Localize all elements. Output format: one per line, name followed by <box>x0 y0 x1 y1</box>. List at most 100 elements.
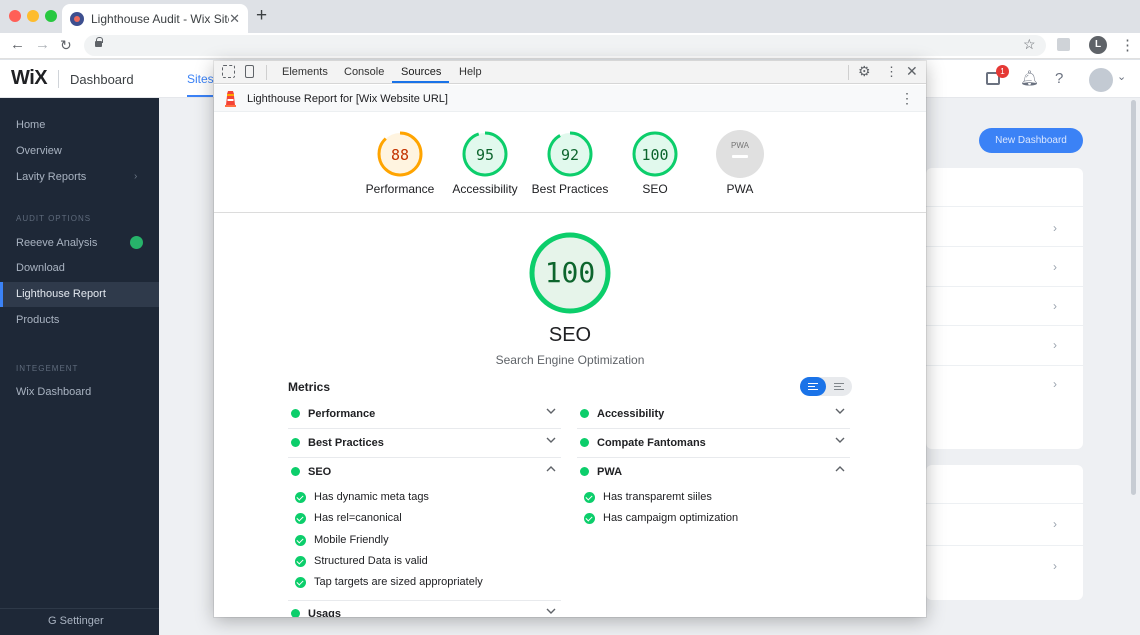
tab-elements[interactable]: Elements <box>282 66 328 78</box>
metric-label: Performance <box>308 408 376 420</box>
window-zoom-button[interactable] <box>45 10 57 22</box>
back-icon[interactable]: ← <box>10 36 25 54</box>
metric-row-performance[interactable]: Performance <box>288 400 561 429</box>
wix-logo[interactable]: WiX <box>11 67 48 90</box>
profile-avatar[interactable]: L <box>1089 36 1107 54</box>
view-toggle[interactable] <box>800 377 852 396</box>
user-avatar[interactable] <box>1089 68 1113 92</box>
chevron-right-icon[interactable]: › <box>1053 559 1057 573</box>
chevron-down-icon[interactable] <box>834 434 846 446</box>
chevron-right-icon[interactable]: › <box>1053 299 1057 313</box>
window-close-button[interactable] <box>9 10 21 22</box>
chevron-down-icon[interactable]: ⌄ <box>1117 70 1126 83</box>
metrics-heading: Metrics <box>288 380 331 394</box>
notification-badge: 1 <box>996 65 1009 78</box>
metric-row-compate-fantomans[interactable]: Compate Fantomans <box>577 429 850 458</box>
address-bar[interactable] <box>84 35 1046 56</box>
sidebar-item-wix-dashboard[interactable]: Wix Dashboard <box>16 386 91 398</box>
sidebar-section-audit: AUDIT OPTIONS <box>16 214 92 223</box>
sidebar-item-lighthouse[interactable]: Lighthouse Report <box>16 288 106 300</box>
new-dashboard-button[interactable]: New Dashboard <box>979 128 1083 153</box>
list-icon <box>808 383 818 390</box>
browser-tab[interactable]: Lighthouse Audit - Wix Site ✕ <box>62 4 248 33</box>
forward-icon[interactable]: → <box>35 36 50 54</box>
chevron-right-icon[interactable]: › <box>1053 377 1057 391</box>
sidebar-item-products[interactable]: Products <box>16 314 59 326</box>
pass-status-icon <box>580 409 589 418</box>
best-practices-score-value: 92 <box>560 146 580 164</box>
device-toolbar-icon[interactable] <box>245 65 254 78</box>
pass-status-icon <box>291 438 300 447</box>
card-divider <box>926 206 1083 207</box>
check-icon <box>295 555 306 567</box>
sidebar-item-download[interactable]: Download <box>16 262 65 274</box>
chevron-down-icon[interactable] <box>545 605 557 617</box>
card-divider <box>926 503 1083 504</box>
sites-tab[interactable]: Sites <box>187 72 214 86</box>
chevron-right-icon[interactable]: › <box>1053 338 1057 352</box>
chevron-right-icon: › <box>134 171 138 182</box>
close-icon[interactable]: ✕ <box>906 63 918 80</box>
header-divider <box>58 70 59 88</box>
window-minimize-button[interactable] <box>27 10 39 22</box>
chevron-down-icon[interactable] <box>545 405 557 417</box>
metric-row-best-practices[interactable]: Best Practices <box>288 429 561 458</box>
card-divider <box>926 545 1083 546</box>
sidebar-settings[interactable]: G Settinger <box>48 615 104 627</box>
page-scrollbar[interactable] <box>1131 100 1136 495</box>
gear-icon[interactable]: ⚙ <box>858 63 871 80</box>
sidebar-status-badge <box>130 236 143 249</box>
tab-console[interactable]: Console <box>344 66 384 78</box>
inspect-element-icon[interactable] <box>222 65 235 78</box>
metric-row-seo[interactable]: SEO <box>288 458 561 487</box>
report-menu-icon[interactable]: ⋮ <box>900 90 914 107</box>
chevron-up-icon[interactable] <box>834 463 846 475</box>
sidebar-item-analysis[interactable]: Reeeve Analysis <box>16 237 97 249</box>
new-tab-button[interactable]: + <box>256 6 267 26</box>
sidebar-item-home[interactable]: Home <box>16 119 45 131</box>
sidebar-footer: G Settinger <box>0 608 159 635</box>
lighthouse-logo-icon <box>225 91 236 107</box>
check-icon <box>584 492 595 503</box>
detail-list-icon[interactable] <box>834 383 844 390</box>
tab-help[interactable]: Help <box>459 66 482 78</box>
chevron-right-icon[interactable]: › <box>1053 517 1057 531</box>
metric-row-accessibility[interactable]: Accessibility <box>577 400 850 429</box>
audit-text: Mobile Friendly <box>314 533 389 546</box>
lock-icon <box>95 37 103 47</box>
audit-text: Has campaigm optimization <box>603 512 739 525</box>
check-icon <box>295 577 306 589</box>
more-options-icon[interactable]: ⋮ <box>885 64 898 80</box>
bookmark-star-icon[interactable]: ☆ <box>1023 36 1036 53</box>
audit-item: Has rel=canonical <box>295 509 555 530</box>
chevron-right-icon[interactable]: › <box>1053 260 1057 274</box>
sidebar-item-reports[interactable]: Lavity Reports <box>16 171 86 183</box>
audit-text: Has transparemt siiles <box>603 491 712 503</box>
metric-label: Best Practices <box>308 437 384 449</box>
pass-status-icon <box>580 467 589 476</box>
accessibility-score-value: 95 <box>475 146 495 164</box>
browser-menu-icon[interactable]: ⋮ <box>1120 36 1135 54</box>
bell-icon[interactable]: 🔔︎ <box>1020 69 1039 87</box>
chevron-right-icon[interactable]: › <box>1053 221 1057 235</box>
chevron-up-icon[interactable] <box>545 463 557 475</box>
extension-icon[interactable] <box>1057 38 1070 51</box>
card-divider <box>926 286 1083 287</box>
content-card: › › <box>926 465 1083 600</box>
pass-status-icon <box>291 609 300 617</box>
pwa-badge[interactable]: PWA <box>716 130 764 178</box>
tab-sources[interactable]: Sources <box>401 66 441 78</box>
chevron-down-icon[interactable] <box>834 405 846 417</box>
help-icon[interactable]: ? <box>1055 70 1063 87</box>
list-view-button[interactable] <box>800 377 826 396</box>
pwa-label: PWA <box>726 182 754 196</box>
wix-sidebar: Home Overview Lavity Reports › AUDIT OPT… <box>0 98 159 635</box>
reload-icon[interactable]: ↻ <box>60 36 72 54</box>
audit-item: Mobile Friendly <box>295 531 555 552</box>
check-icon <box>295 513 306 525</box>
chevron-down-icon[interactable] <box>545 434 557 446</box>
tab-close-icon[interactable]: ✕ <box>229 11 240 27</box>
metric-row-pwa[interactable]: PWA <box>577 458 850 487</box>
metric-row-usags[interactable]: Usags <box>288 600 561 617</box>
sidebar-item-overview[interactable]: Overview <box>16 145 62 157</box>
